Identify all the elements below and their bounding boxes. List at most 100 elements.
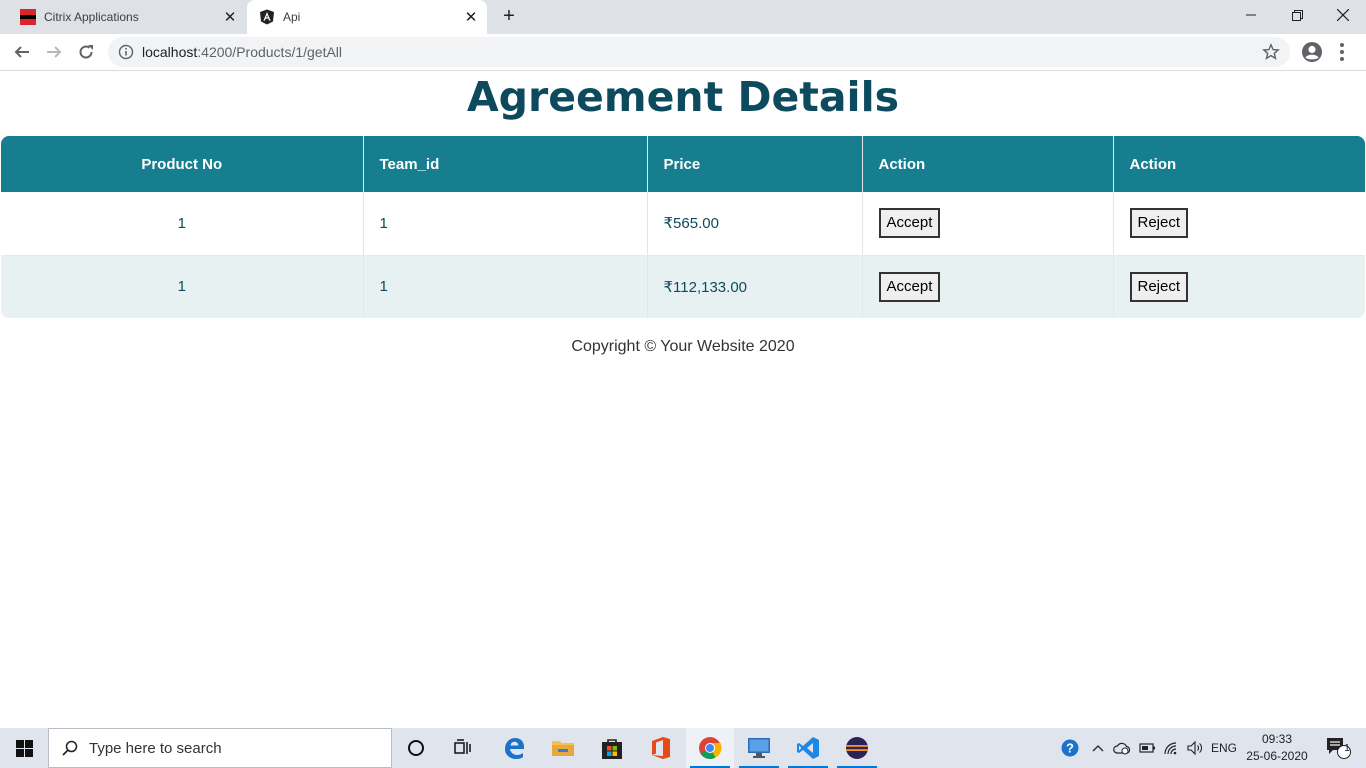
chrome-taskbar-button[interactable]	[686, 728, 734, 768]
store-bag-icon	[602, 739, 622, 759]
task-view-button[interactable]	[440, 728, 488, 768]
footer-copyright: Copyright © Your Website 2020	[571, 338, 795, 355]
svg-text:?: ?	[1066, 741, 1074, 756]
speaker-icon	[1187, 741, 1202, 755]
monitor-icon	[748, 738, 770, 758]
tab-api[interactable]: Api ✕	[247, 0, 487, 34]
office-icon	[652, 737, 670, 759]
table-header-row: Product No Team_id Price Action Action	[1, 136, 1365, 192]
battery-plug-icon	[1139, 743, 1155, 753]
angular-icon	[260, 9, 274, 25]
close-tab-icon[interactable]: ✕	[461, 7, 481, 27]
file-explorer-button[interactable]	[539, 728, 587, 768]
agreement-table: Product No Team_id Price Action Action 1…	[1, 136, 1365, 318]
profile-avatar-icon[interactable]	[1300, 40, 1324, 64]
restore-icon	[1291, 9, 1303, 21]
tab-title: Citrix Applications	[44, 10, 139, 24]
network-tray-button[interactable]	[1160, 728, 1184, 768]
cell-product-no: 1	[1, 192, 364, 256]
store-button[interactable]	[588, 728, 636, 768]
search-icon	[62, 740, 78, 756]
forward-arrow-icon	[47, 46, 62, 58]
windows-logo-icon	[15, 739, 33, 757]
cortana-circle-icon	[408, 740, 424, 756]
power-tray-button[interactable]	[1136, 728, 1160, 768]
help-tray-button[interactable]: ?	[1056, 728, 1084, 768]
chrome-icon	[699, 737, 722, 759]
page-content: Agreement Details Product No Team_id Pri…	[0, 72, 1366, 728]
notification-count-badge: 1	[1344, 743, 1350, 754]
windows-taskbar: Type here to search ? ENG 09:33 25-06-20…	[0, 728, 1366, 768]
column-header-action: Action	[1113, 136, 1365, 192]
url-path: :4200/Products/1/getAll	[197, 44, 343, 60]
cell-product-no: 1	[1, 255, 364, 318]
reload-icon	[79, 45, 93, 59]
file-explorer-icon	[552, 741, 574, 756]
minimize-icon	[1246, 14, 1256, 16]
back-button[interactable]	[8, 38, 36, 66]
cell-price: ₹112,133.00	[647, 255, 863, 318]
reject-button[interactable]: Reject	[1129, 208, 1189, 239]
remote-desktop-button[interactable]	[735, 728, 783, 768]
close-tab-icon[interactable]: ✕	[220, 7, 240, 27]
office-button[interactable]	[637, 728, 685, 768]
browser-tab-bar: Citrix Applications ✕ Api ✕ +	[0, 0, 1366, 34]
cell-reject: Reject	[1113, 192, 1365, 256]
help-icon: ?	[1061, 739, 1079, 757]
onedrive-tray-button[interactable]	[1110, 728, 1134, 768]
bookmark-star-icon[interactable]	[1262, 43, 1280, 61]
info-icon[interactable]	[118, 44, 134, 60]
chevron-up-icon	[1092, 745, 1104, 752]
close-icon	[1337, 9, 1349, 21]
url-text: localhost:4200/Products/1/getAll	[142, 44, 342, 60]
column-header-action: Action	[862, 136, 1114, 192]
address-bar[interactable]: localhost:4200/Products/1/getAll	[108, 37, 1290, 67]
input-language-button[interactable]: ENG	[1208, 728, 1240, 768]
back-arrow-icon	[14, 46, 29, 58]
cell-team-id: 1	[363, 255, 648, 318]
vscode-button[interactable]	[784, 728, 832, 768]
cell-accept: Accept	[862, 192, 1114, 256]
eclipse-button[interactable]	[833, 728, 881, 768]
volume-tray-button[interactable]	[1184, 728, 1208, 768]
forward-button[interactable]	[40, 38, 68, 66]
system-clock[interactable]: 09:33 25-06-2020	[1240, 731, 1314, 765]
edge-browser-icon	[505, 738, 524, 759]
table-row: 1 1 ₹565.00 Accept Reject	[1, 192, 1365, 256]
wifi-icon	[1164, 742, 1177, 755]
clock-date: 25-06-2020	[1246, 749, 1308, 763]
cloud-sync-icon	[1113, 742, 1131, 755]
page-title: Agreement Details	[466, 73, 900, 121]
cell-team-id: 1	[363, 192, 648, 256]
restore-button[interactable]	[1274, 0, 1320, 30]
new-tab-button[interactable]: +	[498, 6, 520, 28]
browser-toolbar: localhost:4200/Products/1/getAll	[0, 34, 1366, 71]
reject-button[interactable]: Reject	[1129, 271, 1189, 302]
citrix-icon	[20, 9, 36, 25]
action-center-button[interactable]: 1	[1318, 728, 1358, 768]
show-hidden-icons-button[interactable]	[1088, 728, 1108, 768]
minimize-button[interactable]	[1228, 0, 1274, 30]
tab-citrix-applications[interactable]: Citrix Applications ✕	[8, 0, 246, 34]
tab-title: Api	[283, 10, 301, 24]
taskbar-search-box[interactable]: Type here to search	[48, 728, 392, 768]
url-host: localhost	[142, 44, 198, 60]
cell-reject: Reject	[1113, 255, 1365, 318]
table-row: 1 1 ₹112,133.00 Accept Reject	[1, 255, 1365, 318]
edge-taskbar-button[interactable]	[490, 728, 538, 768]
cell-price: ₹565.00	[647, 192, 863, 256]
column-header-price: Price	[647, 136, 863, 192]
reload-button[interactable]	[72, 38, 100, 66]
accept-button[interactable]: Accept	[878, 208, 941, 239]
column-header-team-id: Team_id	[363, 136, 648, 192]
clock-time: 09:33	[1261, 732, 1293, 746]
start-button[interactable]	[0, 728, 48, 768]
accept-button[interactable]: Accept	[878, 271, 941, 302]
cell-accept: Accept	[862, 255, 1114, 318]
close-window-button[interactable]	[1320, 0, 1366, 30]
cortana-button[interactable]	[392, 728, 440, 768]
eclipse-icon	[846, 737, 868, 759]
search-placeholder: Type here to search	[89, 739, 222, 757]
column-header-product-no: Product No	[1, 136, 364, 192]
browser-menu-icon[interactable]	[1330, 40, 1354, 64]
